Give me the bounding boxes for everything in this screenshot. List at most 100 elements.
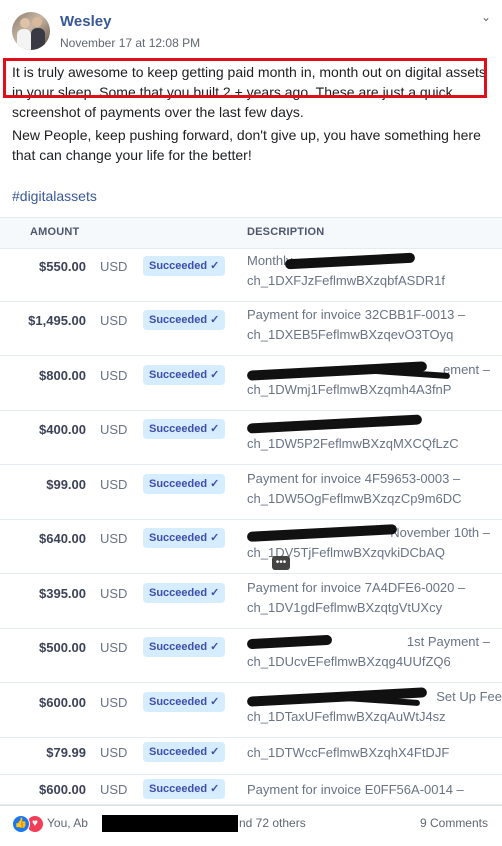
table-row[interactable]: $99.00 USD Succeeded ✓ Payment for invoice 4… xyxy=(0,465,502,520)
status-label: Succeeded xyxy=(149,369,208,381)
reactions-text-suffix[interactable]: nd 72 others xyxy=(239,816,306,830)
status-label: Succeeded xyxy=(149,783,208,795)
description-line-2: ch_1DTaxUFeflmwBXzqAuWtJ4sz xyxy=(247,709,446,724)
table-row[interactable]: $550.00 USD Succeeded ✓ Monthly ch_1DXFJzFefl… xyxy=(0,247,502,302)
description-line-1: Payment for invoice 4F59653-0003 – xyxy=(247,471,461,486)
status-label: Succeeded xyxy=(149,478,208,490)
description-line-2: ch_1DWmj1FeflmwBXzqmh4A3fnP xyxy=(247,382,452,397)
description-line-2: ch_1DW5P2FeflmwBXzqMXCQfLzC xyxy=(247,436,459,451)
amount-cell: $550.00 xyxy=(39,259,86,274)
status-label: Succeeded xyxy=(149,314,208,326)
status-badge: Succeeded ✓ xyxy=(143,365,226,385)
description-line-2: ch_1DV1gdFeflmwBXzqtgVtUXcy xyxy=(247,600,443,615)
table-header: AMOUNT DESCRIPTION xyxy=(0,217,502,249)
redacted-name xyxy=(102,815,238,832)
amount-cell: $640.00 xyxy=(39,531,86,546)
description-line-2: ch_1DUcvEFeflmwBXzqg4UUfZQ6 xyxy=(247,654,451,669)
currency-cell: USD xyxy=(100,531,128,546)
description-line-1: ch_1DTWccFeflmwBXzqhX4FtDJF xyxy=(247,745,450,760)
amount-cell: $1,495.00 xyxy=(28,313,86,328)
amount-cell: $800.00 xyxy=(39,368,86,383)
paragraph-2: New People, keep pushing forward, don't … xyxy=(12,127,481,163)
status-badge: Succeeded ✓ xyxy=(143,692,226,712)
amount-cell: $400.00 xyxy=(39,422,86,437)
currency-cell: USD xyxy=(100,640,128,655)
description-line-1: ement – xyxy=(443,362,490,377)
amount-cell: $395.00 xyxy=(39,586,86,601)
check-icon: ✓ xyxy=(210,260,220,272)
currency-cell: USD xyxy=(100,259,128,274)
like-icon: 👍 xyxy=(12,815,30,833)
redaction-scribble xyxy=(284,252,416,270)
status-badge: Succeeded ✓ xyxy=(143,528,226,548)
more-icon[interactable]: ••• xyxy=(272,556,290,570)
table-row[interactable]: $640.00 USD Succeeded ✓ November 10th – ch_1D… xyxy=(0,519,502,574)
description-line-1: Set Up Fee xyxy=(436,689,502,704)
currency-cell: USD xyxy=(100,477,128,492)
description-line-2: ch_1DXEB5FeflmwBXzqevO3TOyq xyxy=(247,327,454,342)
table-row[interactable]: $800.00 USD Succeeded ✓ ement – ch_1DWmj1Fefl… xyxy=(0,356,502,411)
header-description: DESCRIPTION xyxy=(247,226,325,238)
status-label: Succeeded xyxy=(149,260,208,272)
amount-cell: $99.00 xyxy=(46,477,86,492)
currency-cell: USD xyxy=(100,313,128,328)
table-row[interactable]: $600.00 USD Succeeded ✓ Set Up Fee ch_1DTaxUF… xyxy=(0,683,502,738)
table-row[interactable]: $500.00 USD Succeeded ✓ 1st Payment – ch_1DUc… xyxy=(0,628,502,683)
status-label: Succeeded xyxy=(149,746,208,758)
check-icon: ✓ xyxy=(210,696,220,708)
avatar[interactable] xyxy=(12,12,50,50)
check-icon: ✓ xyxy=(210,478,220,490)
description-line-1: Payment for invoice E0FF56A-0014 – xyxy=(247,782,464,797)
status-badge: Succeeded ✓ xyxy=(143,742,226,762)
check-icon: ✓ xyxy=(210,423,220,435)
table-row[interactable]: $395.00 USD Succeeded ✓ Payment for invoice … xyxy=(0,574,502,629)
currency-cell: USD xyxy=(100,745,128,760)
currency-cell: USD xyxy=(100,782,128,797)
status-label: Succeeded xyxy=(149,423,208,435)
table-row[interactable]: $400.00 USD Succeeded ✓ ch_1DW5P2FeflmwBXzqM… xyxy=(0,410,502,465)
currency-cell: USD xyxy=(100,368,128,383)
description-line-1: 1st Payment – xyxy=(406,634,490,649)
amount-cell: $79.99 xyxy=(46,745,86,760)
comments-count[interactable]: 9 Comments xyxy=(420,816,488,830)
status-badge: Succeeded ✓ xyxy=(143,310,226,330)
table-row[interactable]: $1,495.00 USD Succeeded ✓ Payment for invoic… xyxy=(0,301,502,356)
author-name[interactable]: Wesley xyxy=(60,13,111,30)
description-line-2: ch_1DXFJzFeflmwBXzqbfASDR1f xyxy=(247,273,445,288)
redaction-scribble xyxy=(246,524,398,542)
check-icon: ✓ xyxy=(210,641,220,653)
table-row[interactable]: $79.99 USD Succeeded ✓ ch_1DTWccFeflmwBXzqhX… xyxy=(0,737,502,775)
currency-cell: USD xyxy=(100,695,128,710)
post-footer: 👍 ♥ You, Ab nd 72 others 9 Comments xyxy=(0,805,502,846)
status-badge: Succeeded ✓ xyxy=(143,474,226,494)
check-icon: ✓ xyxy=(210,587,220,599)
status-label: Succeeded xyxy=(149,696,208,708)
check-icon: ✓ xyxy=(210,783,220,795)
hashtag-link[interactable]: #digitalassets xyxy=(12,188,97,204)
table-row[interactable]: $600.00 USD Succeeded ✓ Payment for invoice … xyxy=(0,774,502,805)
status-badge: Succeeded ✓ xyxy=(143,779,226,799)
status-badge: Succeeded ✓ xyxy=(143,256,226,276)
description-line-1: Payment for invoice 7A4DFE6-0020 – xyxy=(247,580,466,595)
red-highlight-box xyxy=(3,58,487,98)
check-icon: ✓ xyxy=(210,369,220,381)
description-line-2: ch_1DW5OgFeflmwBXzqzCp9m6DC xyxy=(247,491,462,506)
facebook-post: Wesley November 17 at 12:08 PM ⌄ It is t… xyxy=(0,0,502,846)
reactions-text-prefix[interactable]: You, Ab xyxy=(47,816,88,830)
chevron-down-icon[interactable]: ⌄ xyxy=(479,10,493,24)
currency-cell: USD xyxy=(100,586,128,601)
post-timestamp[interactable]: November 17 at 12:08 PM xyxy=(60,36,200,50)
status-label: Succeeded xyxy=(149,587,208,599)
redaction-scribble xyxy=(246,634,333,650)
description-line-1: Payment for invoice 32CBB1F-0013 – xyxy=(247,307,466,322)
redaction-scribble xyxy=(246,414,423,434)
amount-cell: $500.00 xyxy=(39,640,86,655)
status-label: Succeeded xyxy=(149,532,208,544)
description-line-1: November 10th – xyxy=(390,525,490,540)
status-badge: Succeeded ✓ xyxy=(143,419,226,439)
header-amount: AMOUNT xyxy=(30,226,80,238)
check-icon: ✓ xyxy=(210,746,220,758)
currency-cell: USD xyxy=(100,422,128,437)
status-label: Succeeded xyxy=(149,641,208,653)
check-icon: ✓ xyxy=(210,314,220,326)
